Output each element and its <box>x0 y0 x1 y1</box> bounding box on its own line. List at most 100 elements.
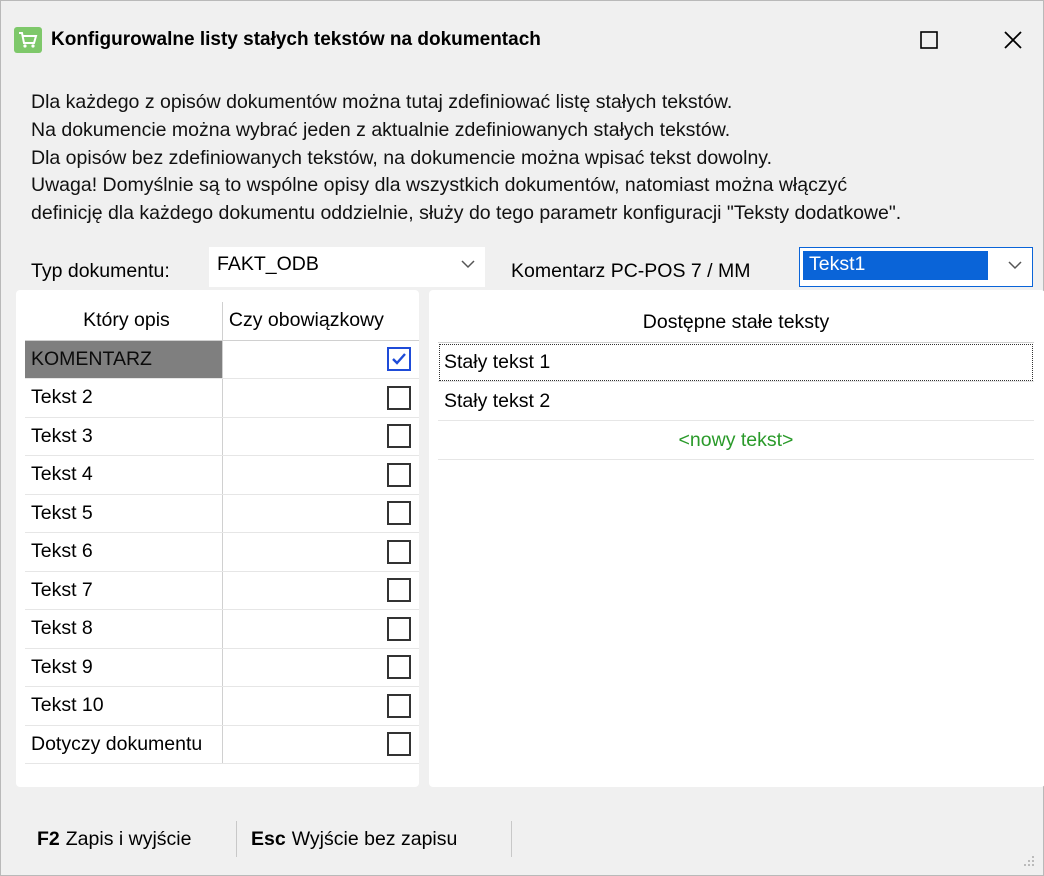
description-name: Tekst 5 <box>31 501 93 524</box>
required-cell <box>222 494 419 533</box>
required-cell <box>222 571 419 610</box>
column-header-texts[interactable]: Dostępne stałe teksty <box>438 302 1034 343</box>
required-cell <box>222 609 419 649</box>
table-row[interactable]: Tekst 9 <box>25 648 419 687</box>
description-name-cell[interactable]: Dotyczy dokumentu <box>25 725 223 764</box>
required-cell <box>222 417 419 456</box>
column-header-which[interactable]: Który opis <box>25 302 223 341</box>
required-checkbox[interactable] <box>387 616 411 641</box>
maximize-icon <box>920 31 938 49</box>
table-row[interactable]: Tekst 2 <box>25 378 419 418</box>
required-checkbox[interactable] <box>387 655 411 680</box>
required-checkbox[interactable] <box>387 539 411 564</box>
table-row[interactable]: Tekst 3 <box>25 417 419 456</box>
maximize-button[interactable] <box>899 19 959 61</box>
required-checkbox[interactable] <box>387 693 411 718</box>
fixed-text-cell[interactable]: Stały tekst 2 <box>438 381 1034 421</box>
description-name: Tekst 9 <box>31 655 93 678</box>
required-checkbox[interactable] <box>387 732 411 757</box>
save-key: F2 <box>37 828 60 850</box>
description-name: Tekst 7 <box>31 578 93 601</box>
required-checkbox[interactable] <box>387 424 411 449</box>
exit-key: Esc <box>251 828 286 850</box>
title-bar: Konfigurowalne listy stałych tekstów na … <box>1 1 1043 77</box>
description-name-cell[interactable]: KOMENTARZ <box>25 340 223 379</box>
description-name: Dotyczy dokumentu <box>31 732 203 755</box>
description-line: Dla opisów bez zdefiniowanych tekstów, n… <box>31 146 773 169</box>
doc-type-value: FAKT_ODB <box>217 253 319 275</box>
table-row[interactable]: Dotyczy dokumentu <box>25 725 419 764</box>
required-checkbox[interactable] <box>387 578 411 603</box>
dialog-window: Konfigurowalne listy stałych tekstów na … <box>0 0 1044 876</box>
description-name-cell[interactable]: Tekst 4 <box>25 455 223 495</box>
footer-bar: F2 Zapis i wyjście Esc Wyjście bez zapisu <box>1 801 1043 875</box>
description-name-cell[interactable]: Tekst 6 <box>25 532 223 572</box>
description-text: Dla każdego z opisów dokumentów można tu… <box>31 89 901 228</box>
table-row[interactable]: Tekst 8 <box>25 609 419 649</box>
description-name-cell[interactable]: Tekst 8 <box>25 609 223 649</box>
required-cell <box>222 455 419 495</box>
description-name: Tekst 4 <box>31 463 93 486</box>
table-row[interactable]: Tekst 5 <box>25 494 419 533</box>
close-button[interactable] <box>983 19 1043 61</box>
table-row[interactable]: Tekst 10 <box>25 686 419 726</box>
description-name: Tekst 2 <box>31 386 93 409</box>
required-cell <box>222 725 419 764</box>
description-line: Dla każdego z opisów dokumentów można tu… <box>31 91 733 113</box>
description-name: KOMENTARZ <box>31 347 152 370</box>
required-checkbox[interactable] <box>387 347 411 372</box>
table-row[interactable]: Stały tekst 1 <box>438 342 1034 382</box>
new-text-link[interactable]: <nowy tekst> <box>438 420 1034 460</box>
chevron-down-icon <box>1008 261 1022 270</box>
doc-type-label: Typ dokumentu: <box>31 260 170 282</box>
column-header-required[interactable]: Czy obowiązkowy <box>222 302 419 341</box>
exit-label: Wyjście bez zapisu <box>291 828 458 850</box>
table-header-row: Dostępne stałe teksty <box>438 302 1034 343</box>
description-name: Tekst 8 <box>31 617 93 640</box>
comment-label: Komentarz PC-POS 7 / MM <box>511 260 751 282</box>
description-line: Na dokumencie można wybrać jeden z aktua… <box>31 118 731 141</box>
comment-select[interactable]: Tekst1 <box>799 247 1033 287</box>
description-name-cell[interactable]: Tekst 7 <box>25 571 223 610</box>
table-header-row: Który opis Czy obowiązkowy <box>25 302 419 341</box>
window-title: Konfigurowalne listy stałych tekstów na … <box>51 29 541 50</box>
description-name-cell[interactable]: Tekst 9 <box>25 648 223 687</box>
required-checkbox[interactable] <box>387 462 411 487</box>
fixed-text-cell[interactable]: Stały tekst 1 <box>438 342 1034 382</box>
required-checkbox[interactable] <box>387 501 411 526</box>
table-row[interactable]: Tekst 7 <box>25 571 419 610</box>
required-checkbox[interactable] <box>387 385 411 410</box>
description-name-cell[interactable]: Tekst 3 <box>25 417 223 456</box>
description-name: Tekst 6 <box>31 540 93 563</box>
description-name-cell[interactable]: Tekst 5 <box>25 494 223 533</box>
shopping-cart-icon <box>14 27 42 53</box>
footer-separator <box>511 821 512 857</box>
new-text-row[interactable]: <nowy tekst> <box>438 420 1034 460</box>
description-line: Uwaga! Domyślnie są to wspólne opisy dla… <box>31 174 848 197</box>
doc-type-select[interactable]: FAKT_ODB <box>209 247 485 287</box>
exit-no-save-button[interactable]: Esc Wyjście bez zapisu <box>251 828 457 851</box>
description-name-cell[interactable]: Tekst 2 <box>25 378 223 418</box>
save-exit-button[interactable]: F2 Zapis i wyjście <box>37 828 191 851</box>
table-row[interactable]: KOMENTARZ <box>25 340 419 379</box>
description-name: Tekst 10 <box>31 694 104 717</box>
save-label: Zapis i wyjście <box>65 828 192 850</box>
required-cell <box>222 532 419 572</box>
required-cell <box>222 378 419 418</box>
close-icon <box>1004 31 1022 49</box>
checkmark-icon <box>392 353 406 365</box>
comment-value: Tekst1 <box>803 251 988 280</box>
table-row[interactable]: Stały tekst 2 <box>438 381 1034 421</box>
required-cell <box>222 340 419 379</box>
table-row[interactable]: Tekst 6 <box>25 532 419 572</box>
description-list-panel: Który opis Czy obowiązkowy KOMENTARZ Teks… <box>16 290 419 787</box>
required-cell <box>222 648 419 687</box>
chevron-down-icon <box>461 260 475 269</box>
table-row[interactable]: Tekst 4 <box>25 455 419 495</box>
description-line: definicję dla każdego dokumentu oddzieln… <box>31 202 902 225</box>
description-name-cell[interactable]: Tekst 10 <box>25 686 223 726</box>
fixed-texts-table: Dostępne stałe teksty Stały tekst 1 Stały… <box>438 302 1034 460</box>
footer-separator <box>236 821 237 857</box>
resize-grip-icon[interactable] <box>1023 855 1035 867</box>
fixed-texts-panel: Dostępne stałe teksty Stały tekst 1 Stały… <box>429 290 1044 787</box>
